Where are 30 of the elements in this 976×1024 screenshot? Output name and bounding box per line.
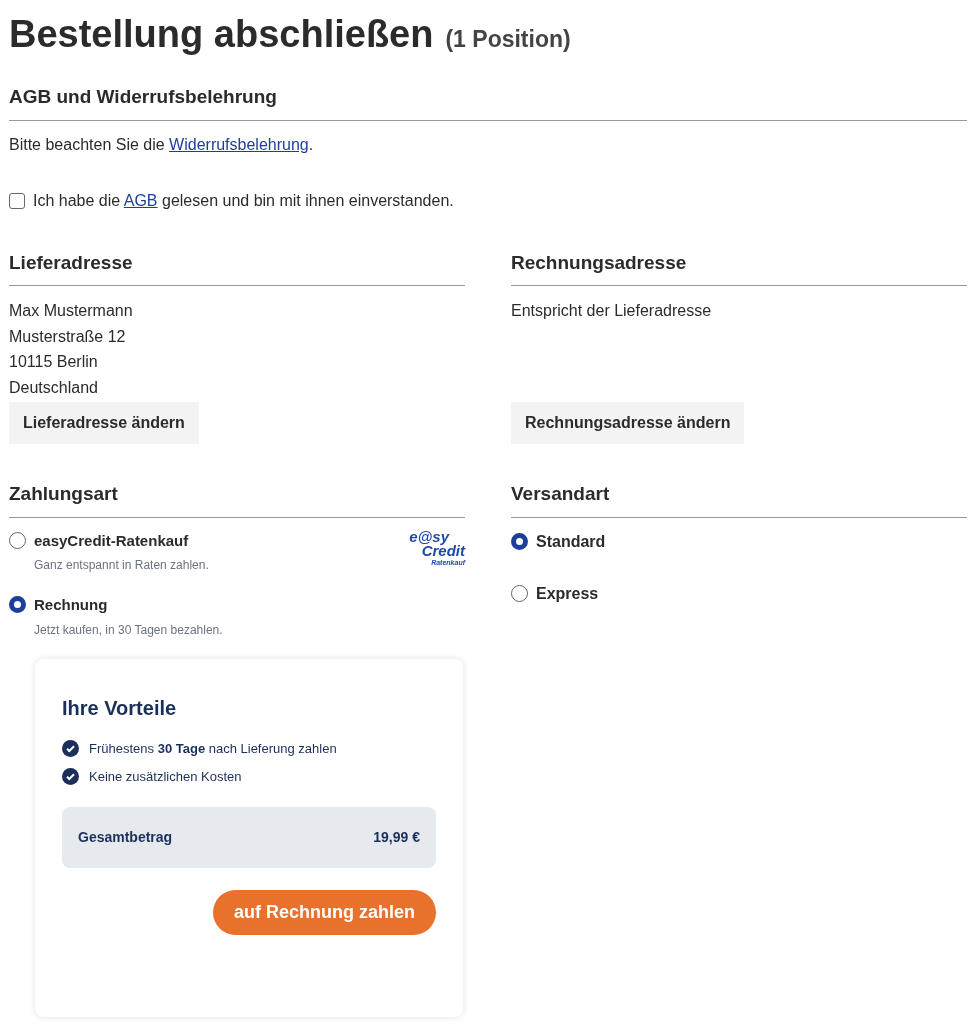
card-heading: Ihre Vorteile bbox=[62, 695, 178, 721]
address-line: Max Mustermann bbox=[9, 301, 134, 321]
change-address-button[interactable]: Lieferadresse ändern bbox=[9, 402, 199, 444]
option-description: Jetzt kaufen, in 30 Tagen bezahlen. bbox=[34, 621, 224, 639]
option-label: Standard bbox=[536, 531, 606, 552]
benefit-text: Keine zusätzlichen Kosten bbox=[89, 768, 242, 786]
section-heading: Zahlungsart bbox=[9, 482, 119, 506]
address-line: Deutschland bbox=[9, 377, 99, 398]
option-label: Express bbox=[536, 583, 599, 604]
section-heading: Lieferadresse bbox=[9, 250, 134, 275]
logo-text: e@sy bbox=[409, 529, 451, 544]
terms-link[interactable]: AGB bbox=[123, 191, 158, 209]
address-line: Entspricht der Lieferadresse bbox=[511, 301, 713, 321]
item-count: (1 Position) bbox=[445, 25, 571, 54]
total-label: Gesamtbetrag bbox=[78, 827, 173, 847]
withdrawal-link[interactable]: Widerrufsbelehrung bbox=[169, 135, 309, 153]
notice-text: Bitte beachten Sie die Widerrufsbelehrung. bbox=[9, 134, 315, 155]
total-value: 19,99 € bbox=[373, 827, 420, 847]
change-address-button[interactable]: Rechnungsadresse ändern bbox=[511, 402, 745, 444]
agree-text: Ich habe die AGB gelesen und bin mit ihnen einverstanden. bbox=[33, 190, 454, 211]
address-line: 10115 Berlin bbox=[9, 352, 99, 372]
section-heading: AGB und Widerrufsbelehrung bbox=[9, 85, 278, 109]
option-label: Rechnung bbox=[34, 595, 109, 615]
page-title: Bestellung abschließen bbox=[9, 12, 434, 57]
benefit-text: Frühestens 30 Tage nach Lieferung zahlen bbox=[89, 739, 337, 758]
address-line: Musterstraße 12 bbox=[9, 326, 127, 347]
section-heading: Rechnungsadresse bbox=[511, 250, 688, 275]
option-label: easyCredit-Ratenkauf bbox=[34, 530, 190, 551]
option-description: Ganz entspannt in Raten zahlen. bbox=[34, 557, 210, 574]
section-heading: Versandart bbox=[511, 482, 611, 506]
